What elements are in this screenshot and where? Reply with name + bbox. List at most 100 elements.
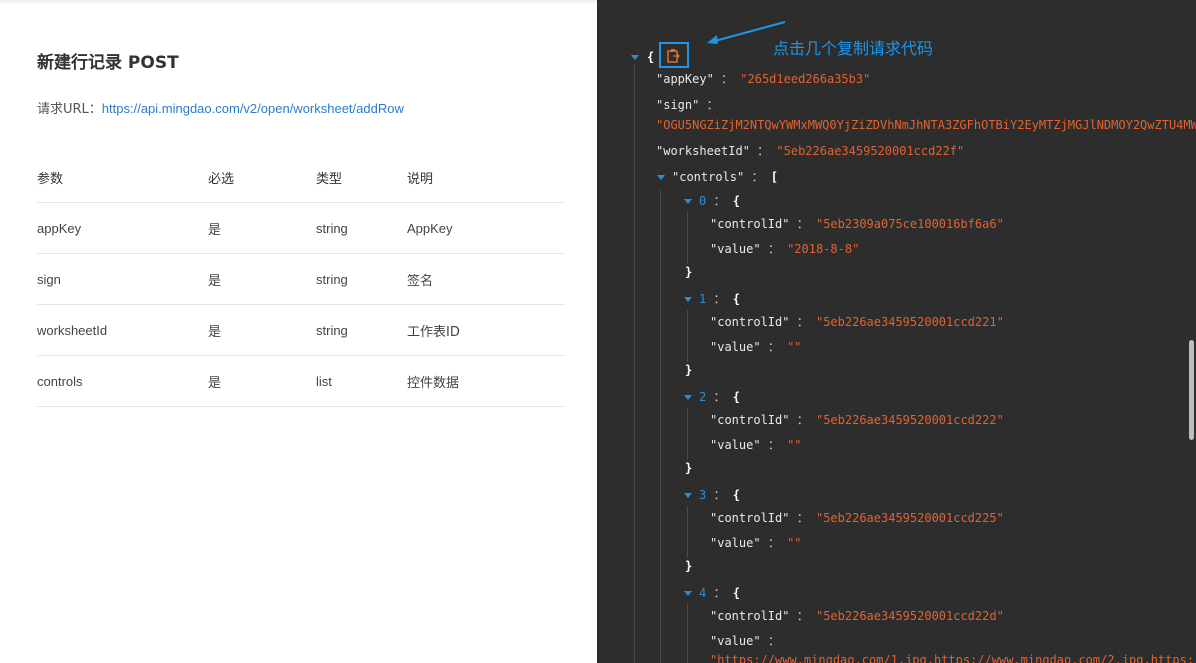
- json-key: "sign": [656, 98, 700, 112]
- copy-annotation: 点击几个复制请求代码: [773, 39, 934, 58]
- parameter-table: 参数 必选 类型 说明 appKey 是 string AppKey sign …: [37, 152, 565, 407]
- table-row: worksheetId 是 string 工作表ID: [37, 304, 565, 356]
- param-type: string: [316, 202, 407, 254]
- api-doc-panel: 新建行记录 POST 请求URL：https://api.mingdao.com…: [0, 0, 597, 663]
- json-value: "5eb226ae3459520001ccd22f": [776, 144, 965, 158]
- object-close-brace: }: [685, 265, 693, 279]
- request-url-link[interactable]: https://api.mingdao.com/v2/open/workshee…: [102, 101, 404, 116]
- table-row: controls 是 list 控件数据: [37, 355, 565, 407]
- indent-guide: [634, 64, 635, 663]
- json-colon: ：: [767, 242, 780, 256]
- json-key: "controlId": [710, 217, 790, 231]
- indent-guide: [687, 506, 688, 558]
- header-param: 参数: [37, 152, 208, 203]
- collapse-toggle-icon[interactable]: [684, 591, 692, 596]
- array-index: 1: [699, 292, 707, 306]
- json-colon: ：: [767, 634, 780, 648]
- request-url-row: 请求URL：https://api.mingdao.com/v2/open/wo…: [37, 98, 404, 117]
- indent-guide: [687, 604, 688, 663]
- param-name: controls: [37, 355, 208, 407]
- json-key: "value": [710, 340, 761, 354]
- json-value: "5eb2309a075ce100016bf6a6": [815, 217, 1004, 231]
- json-key: "controlId": [710, 511, 790, 525]
- array-index: 4: [699, 586, 707, 600]
- json-value: "": [787, 438, 802, 452]
- param-type: string: [316, 304, 407, 356]
- json-colon: ：: [713, 194, 726, 208]
- collapse-toggle-icon[interactable]: [631, 55, 639, 60]
- json-value: "5eb226ae3459520001ccd221": [815, 315, 1004, 329]
- json-key: "controlId": [710, 315, 790, 329]
- object-open-brace: {: [732, 292, 740, 306]
- json-value: "5eb226ae3459520001ccd225": [815, 511, 1004, 525]
- json-colon: ：: [713, 292, 726, 306]
- header-type: 类型: [316, 152, 407, 203]
- json-colon: ：: [796, 217, 809, 231]
- array-open-bracket: [: [770, 170, 778, 184]
- param-required: 是: [208, 253, 316, 305]
- json-value: "": [787, 536, 802, 550]
- indent-guide: [687, 212, 688, 264]
- object-open-brace: {: [732, 390, 740, 404]
- request-url-label: 请求URL：: [37, 102, 102, 117]
- copy-icon: [667, 49, 680, 63]
- json-colon: ：: [767, 340, 780, 354]
- array-index: 3: [699, 488, 707, 502]
- collapse-toggle-icon[interactable]: [657, 175, 665, 180]
- json-colon: ：: [796, 609, 809, 623]
- indent-guide: [687, 408, 688, 460]
- json-colon: ：: [796, 315, 809, 329]
- json-key: "value": [710, 536, 761, 550]
- param-required: 是: [208, 202, 316, 254]
- json-colon: ：: [767, 438, 780, 452]
- object-open-brace: {: [732, 586, 740, 600]
- json-value: "5eb226ae3459520001ccd222": [815, 413, 1004, 427]
- collapse-toggle-icon[interactable]: [684, 297, 692, 302]
- object-close-brace: }: [685, 461, 693, 475]
- json-colon: ：: [713, 488, 726, 502]
- collapse-toggle-icon[interactable]: [684, 199, 692, 204]
- page-title: 新建行记录 POST: [37, 53, 179, 73]
- json-colon: ：: [796, 413, 809, 427]
- json-colon: ：: [713, 586, 726, 600]
- object-close-brace: }: [685, 363, 693, 377]
- json-value: "OGU5NGZiZjM2NTQwYWMxMWQ0YjZiZDVhNmJhNTA…: [656, 118, 1196, 132]
- param-name: appKey: [37, 202, 208, 254]
- json-key: "controlId": [710, 609, 790, 623]
- param-type: list: [316, 355, 407, 407]
- json-value: "https://www.mingdao.com/1.jpg,https://w…: [710, 653, 1196, 663]
- scrollbar[interactable]: [1189, 340, 1194, 440]
- object-close-brace: }: [685, 559, 693, 573]
- json-colon: ：: [751, 170, 764, 184]
- json-key: "value": [710, 438, 761, 452]
- object-open-brace: {: [732, 194, 740, 208]
- param-description: AppKey: [407, 202, 565, 254]
- json-colon: ：: [706, 98, 719, 112]
- copy-button[interactable]: [659, 42, 689, 68]
- json-key: "controlId": [710, 413, 790, 427]
- param-description: 控件数据: [407, 355, 565, 407]
- param-description: 签名: [407, 253, 565, 305]
- header-description: 说明: [407, 152, 565, 203]
- indent-guide: [687, 310, 688, 362]
- array-index: 2: [699, 390, 707, 404]
- json-colon: ：: [796, 511, 809, 525]
- table-row: sign 是 string 签名: [37, 253, 565, 305]
- json-colon: ：: [713, 390, 726, 404]
- json-colon: ：: [757, 144, 770, 158]
- json-key: "value": [710, 242, 761, 256]
- array-index: 0: [699, 194, 707, 208]
- param-required: 是: [208, 355, 316, 407]
- collapse-toggle-icon[interactable]: [684, 395, 692, 400]
- table-row: appKey 是 string AppKey: [37, 202, 565, 254]
- json-key: "appKey": [656, 72, 714, 86]
- param-description: 工作表ID: [407, 304, 565, 356]
- json-viewer-panel: { 点击几个复制请求代码 "appKey" ： "265d1eed266a35b…: [597, 0, 1196, 663]
- json-colon: ：: [721, 72, 734, 86]
- json-key: "worksheetId": [656, 144, 750, 158]
- header-required: 必选: [208, 152, 316, 203]
- indent-guide: [660, 190, 661, 663]
- json-value: "5eb226ae3459520001ccd22d": [815, 609, 1004, 623]
- table-header-row: 参数 必选 类型 说明: [37, 152, 565, 203]
- collapse-toggle-icon[interactable]: [684, 493, 692, 498]
